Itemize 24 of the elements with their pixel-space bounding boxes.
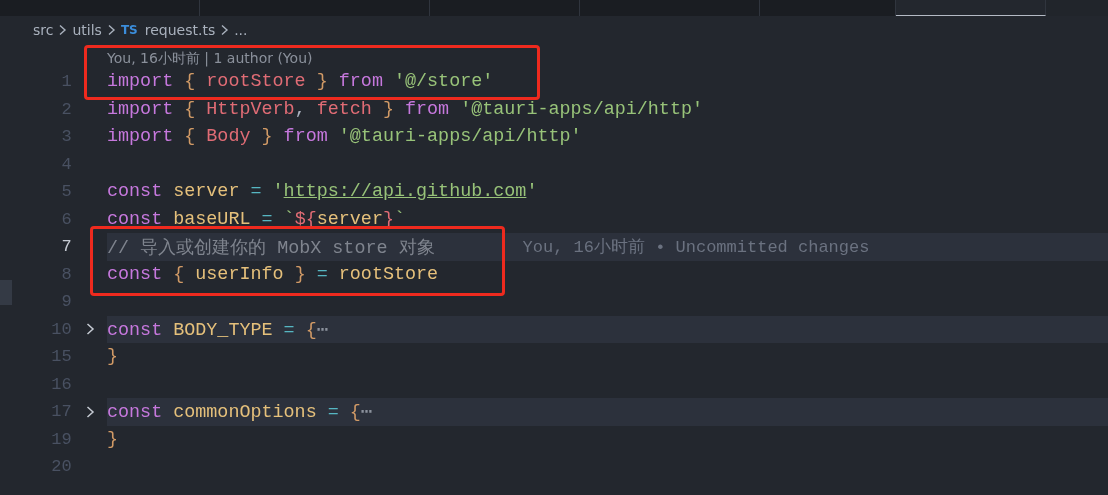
code-line: const BODY_TYPE = {⋯ <box>107 318 328 341</box>
code-line: import { HttpVerb, fetch } from '@tauri-apps/api/http' <box>107 98 703 120</box>
editor-tab[interactable] <box>896 0 1046 16</box>
file-type-icon: TS <box>120 22 138 37</box>
codelens-text[interactable]: You, 16小时前 | 1 author (You) <box>107 43 313 68</box>
breadcrumb-item[interactable]: request.ts <box>144 21 216 38</box>
code-line: const { userInfo } = rootStore <box>107 263 439 285</box>
code-line: import { rootStore } from '@/store' <box>107 71 494 93</box>
code-line: } <box>107 346 119 368</box>
chevron-icon[interactable] <box>85 404 96 419</box>
blame-annotation: You, 16小时前 • Uncommitted changes <box>522 237 870 259</box>
code-line: } <box>107 428 119 450</box>
chevron-icon <box>58 23 68 36</box>
chevron-icon[interactable] <box>85 322 96 337</box>
line-number: 7 <box>60 237 72 257</box>
breadcrumb-item[interactable]: utils <box>72 21 102 38</box>
code-line: const commonOptions = {⋯ <box>107 401 372 424</box>
code-line: // 导入或创建你的 MobX store 对象 <box>107 237 435 260</box>
chevron-icon <box>220 23 230 36</box>
breadcrumb-item[interactable]: ... <box>234 21 248 38</box>
code-line: const server = 'https://api.github.com' <box>107 181 538 203</box>
chevron-icon <box>106 23 116 36</box>
code-line: import { Body } from '@tauri-apps/api/http' <box>107 126 582 148</box>
breadcrumb-item[interactable]: src <box>33 21 54 38</box>
